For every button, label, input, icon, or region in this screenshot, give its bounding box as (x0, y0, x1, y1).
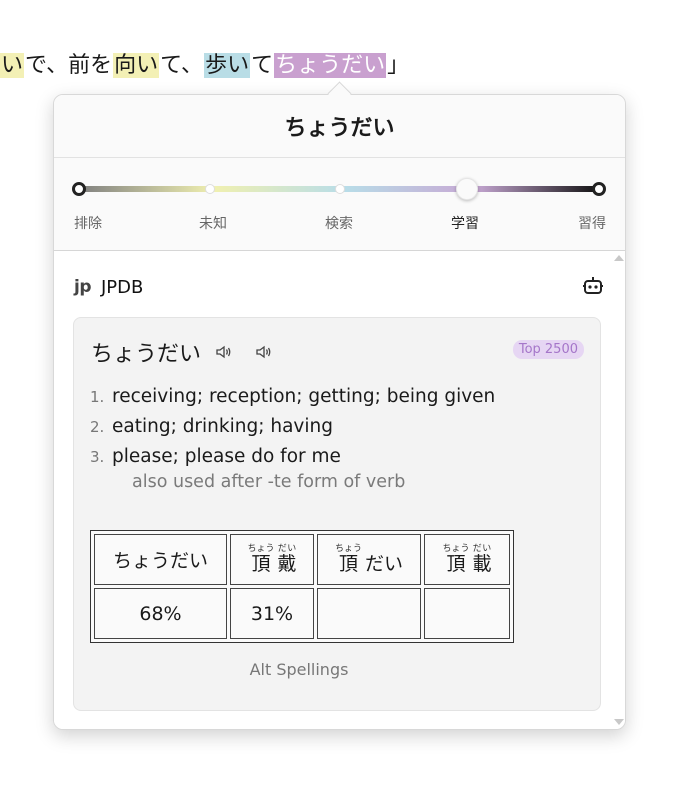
spelling-percent (424, 588, 510, 639)
slider-label[interactable]: 未知 (183, 213, 243, 233)
entry-header: ちょうだい (91, 336, 273, 368)
spelling-kanji: 頂ちょう (247, 543, 275, 575)
sentence-part: 」 (387, 53, 410, 78)
definition-text: please; please do for me (112, 446, 341, 467)
speaker-icon[interactable] (255, 344, 273, 360)
spelling-cell: 頂ちょう だい (317, 534, 421, 585)
scroll-down-arrow-icon[interactable] (614, 719, 624, 725)
definition-number: 3. (90, 448, 105, 466)
spelling-percent: 68% (94, 588, 227, 639)
slider-handle[interactable] (456, 178, 478, 200)
spelling-cell: 頂ちょう 載だい (424, 534, 510, 585)
entry-card: ちょうだい Top 2500 1. receiving; reception; g… (73, 317, 601, 711)
sentence-part[interactable]: 向い (113, 53, 160, 78)
slider-stop-排除[interactable] (72, 182, 86, 196)
spelling-kanji: 頂ちょう (442, 543, 470, 575)
source-name: JPDB (101, 276, 144, 298)
spelling-cell: ちょうだい (94, 534, 227, 585)
slider-label[interactable]: 習得 (562, 213, 622, 233)
slider-stop-検索[interactable] (335, 184, 345, 194)
definition-text: eating; drinking; having (112, 416, 333, 437)
slider-label[interactable]: 検索 (309, 213, 369, 233)
spelling-kana: ちょうだい (112, 550, 208, 572)
spelling-cell: 頂ちょう 戴だい (230, 534, 314, 585)
definition-item: 2. eating; drinking; having (90, 412, 580, 442)
status-slider[interactable]: 排除 未知 検索 学習 習得 (54, 158, 625, 251)
alt-spellings-table: ちょうだい 頂ちょう 戴だい 頂ちょう だい 頂ちょう 載だい 68% 31% (90, 530, 514, 643)
spelling-percent (317, 588, 421, 639)
sentence-part: て (251, 53, 274, 78)
scrollbar[interactable] (614, 255, 624, 725)
word-popup: ちょうだい 排除 未知 検索 学習 習得 jp JPDB ちょうだい Top 2… (53, 94, 626, 730)
spelling-kana: だい (365, 552, 404, 575)
slider-stop-未知[interactable] (205, 184, 215, 194)
source-header: jp JPDB (74, 273, 604, 301)
sentence-line: いで、前を向いて、歩いてちょうだい」 (0, 48, 410, 84)
jpdb-logo: jp (74, 277, 92, 297)
entry-word: ちょうだい (91, 342, 202, 367)
spelling-percent: 31% (230, 588, 314, 639)
definition-item: 3. please; please do for me (90, 442, 580, 472)
spelling-kanji: 戴だい (277, 543, 297, 575)
slider-label[interactable]: 排除 (58, 213, 118, 233)
definition-item: 1. receiving; reception; getting; being g… (90, 382, 580, 412)
definition-text: receiving; reception; getting; being giv… (112, 386, 496, 407)
spelling-kanji: 頂ちょう (334, 543, 362, 575)
scroll-up-arrow-icon[interactable] (614, 255, 624, 261)
frequency-badge: Top 2500 (512, 340, 584, 359)
slider-label-selected[interactable]: 学習 (435, 213, 495, 233)
slider-stop-習得[interactable] (592, 182, 606, 196)
robot-icon[interactable] (582, 275, 604, 297)
spelling-kanji: 載だい (472, 543, 492, 575)
sentence-part[interactable]: い (0, 53, 25, 78)
sentence-part[interactable]: 歩い (204, 53, 251, 78)
alt-spellings-caption: Alt Spellings (249, 660, 349, 679)
definition-list: 1. receiving; reception; getting; being g… (90, 382, 580, 472)
definition-number: 2. (90, 418, 105, 436)
definition-number: 1. (90, 388, 105, 406)
dictionary-content: jp JPDB ちょうだい Top 2500 1. receiving; rec… (54, 251, 625, 729)
sentence-part: て、 (160, 53, 204, 78)
definition-note: also used after -te form of verb (132, 472, 406, 492)
speaker-icon[interactable] (215, 344, 233, 360)
sentence-part: で、前を (25, 53, 113, 78)
sentence-part-selected[interactable]: ちょうだい (274, 53, 387, 78)
